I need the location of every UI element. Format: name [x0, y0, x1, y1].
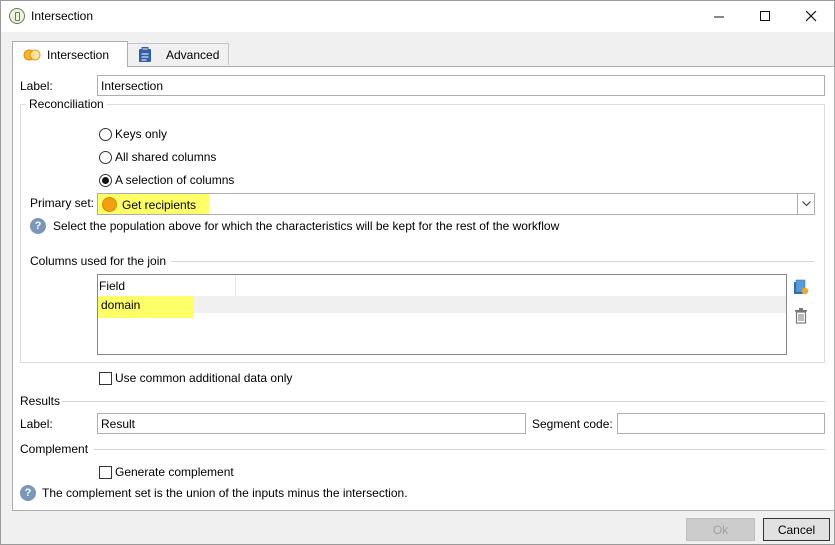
population-icon [102, 197, 117, 212]
segment-code-input[interactable] [617, 413, 825, 434]
label-input[interactable]: Intersection [97, 75, 825, 96]
segment-code-label: Segment code: [532, 417, 613, 431]
close-icon [805, 11, 816, 22]
use-common-data-checkbox[interactable]: Use common additional data only [99, 371, 292, 385]
radio-label: A selection of columns [115, 173, 235, 187]
add-column-icon [794, 279, 809, 295]
checkbox-label: Generate complement [115, 465, 234, 479]
separator [94, 449, 825, 450]
dropdown-button[interactable] [797, 194, 814, 214]
primary-set-help: Select the population above for which th… [53, 219, 560, 233]
complement-title: Complement [20, 442, 89, 456]
close-button[interactable] [788, 1, 834, 32]
column-header-field[interactable]: Field [98, 275, 236, 296]
delete-column-button[interactable] [793, 307, 809, 325]
trash-icon [795, 308, 807, 324]
title-bar: Intersection [1, 1, 834, 32]
table-cell-field: domain [101, 298, 141, 312]
primary-set-select[interactable]: Get recipients [97, 193, 815, 215]
primary-set-label: Primary set: [30, 196, 95, 210]
results-label-input[interactable]: Result [97, 413, 526, 434]
radio-keys-only[interactable]: Keys only [99, 127, 167, 141]
app-icon [9, 8, 25, 24]
radio-label: Keys only [115, 127, 168, 141]
window-title: Intersection [31, 9, 94, 23]
results-label-caption: Label: [20, 417, 53, 431]
join-columns-table[interactable]: Field domain [97, 274, 787, 355]
primary-set-value: Get recipients [122, 198, 197, 212]
results-title: Results [20, 394, 61, 408]
tab-label: Advanced [166, 47, 220, 62]
chevron-down-icon [801, 201, 811, 207]
help-icon: ? [20, 485, 36, 501]
clipboard-icon [139, 46, 151, 62]
radio-button[interactable] [99, 150, 112, 164]
checkbox[interactable] [99, 465, 112, 479]
reconciliation-title: Reconciliation [26, 97, 107, 111]
help-icon: ? [30, 218, 46, 234]
tab-intersection[interactable]: Intersection [12, 41, 128, 67]
separator [171, 261, 814, 262]
join-columns-title: Columns used for the join [30, 254, 167, 268]
checkbox-label: Use common additional data only [115, 371, 293, 385]
minimize-button[interactable] [696, 1, 742, 32]
radio-all-shared-columns[interactable]: All shared columns [99, 150, 216, 164]
maximize-icon [759, 11, 770, 21]
intersection-icon [23, 49, 41, 60]
cancel-button[interactable]: Cancel [763, 518, 830, 541]
minimize-icon [713, 16, 724, 18]
radio-selection-of-columns[interactable]: A selection of columns [99, 173, 234, 187]
radio-button-selected[interactable] [99, 173, 112, 187]
generate-complement-checkbox[interactable]: Generate complement [99, 465, 234, 479]
maximize-button[interactable] [742, 1, 788, 32]
tab-label: Intersection [47, 47, 110, 62]
radio-label: All shared columns [115, 150, 217, 164]
radio-button[interactable] [99, 127, 112, 141]
table-row[interactable]: domain [98, 296, 786, 318]
tab-advanced[interactable]: Advanced [127, 43, 229, 65]
separator [62, 401, 825, 402]
dialog-window: Intersection Intersection Advanced Label [0, 0, 835, 545]
checkbox[interactable] [99, 371, 112, 385]
complement-help: The complement set is the union of the i… [42, 486, 408, 500]
add-column-button[interactable] [793, 279, 809, 295]
label-caption: Label: [20, 79, 53, 93]
ok-button[interactable]: Ok [686, 518, 755, 541]
